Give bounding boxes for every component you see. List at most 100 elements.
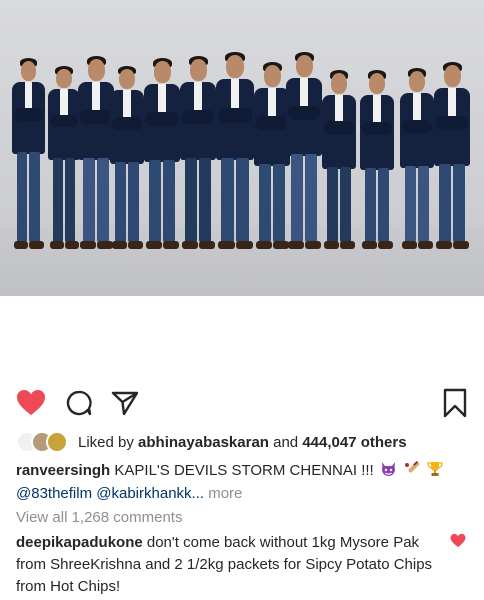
comment-like-heart-icon[interactable] <box>450 533 466 548</box>
figure-legs <box>418 165 430 242</box>
post-photo[interactable] <box>0 0 484 296</box>
figure-head <box>20 60 37 81</box>
post-actions-bar <box>0 378 484 424</box>
photo-padding <box>0 296 484 378</box>
figure-shoe <box>29 241 44 249</box>
like-heart-icon[interactable] <box>16 389 46 416</box>
figure-legs <box>17 151 28 242</box>
group-member-figure <box>10 58 47 250</box>
group-member-figure <box>178 56 218 250</box>
mention-kabirkhankk[interactable]: @kabirkhankk... <box>96 485 204 502</box>
figure-legs <box>127 161 139 242</box>
figure-shirt <box>448 88 456 118</box>
figure-legs <box>453 164 465 242</box>
figure-legs <box>340 166 351 242</box>
figure-arms <box>362 121 393 136</box>
figure-shirt <box>300 78 308 108</box>
figure-shoe <box>127 241 143 249</box>
figure-shoe <box>324 241 339 249</box>
bookmark-save-icon[interactable] <box>442 388 468 418</box>
figure-shoe <box>288 241 304 249</box>
figure-legs <box>149 160 161 242</box>
figure-arms <box>182 110 214 124</box>
figure-legs <box>163 160 175 242</box>
share-send-icon[interactable] <box>111 390 139 416</box>
figure-legs <box>378 167 390 242</box>
likes-count[interactable]: 444,047 others <box>302 434 406 451</box>
figure-head <box>189 59 207 81</box>
figure-arms <box>112 116 142 130</box>
figure-legs <box>327 166 338 242</box>
figure-shoe <box>340 241 355 249</box>
figure-shoe <box>362 241 378 249</box>
view-all-comments-link[interactable]: View all 1,268 comments <box>16 509 182 526</box>
figure-arms <box>146 112 178 126</box>
figure-head <box>87 59 105 81</box>
cricket-bat-icon <box>403 459 421 482</box>
figure-shoe <box>14 241 29 249</box>
figure-arms <box>402 119 433 134</box>
figure-shoe <box>163 241 179 249</box>
likes-text: Liked by abhinayabaskaran and 444,047 ot… <box>78 434 407 451</box>
figure-shoe <box>378 241 394 249</box>
figure-head <box>409 70 426 92</box>
avatar <box>46 431 68 453</box>
figure-legs <box>439 164 451 242</box>
comment-bubble-icon[interactable] <box>66 390 92 416</box>
liker-avatars <box>16 431 72 453</box>
figure-legs <box>29 151 40 242</box>
group-member-figure <box>142 58 182 250</box>
figure-shoe <box>80 241 96 249</box>
trophy-icon <box>427 459 443 482</box>
figure-shoe <box>218 241 235 249</box>
figure-shoe <box>235 241 253 249</box>
caption-username[interactable]: ranveersingh <box>16 462 110 479</box>
figure-shoe <box>436 241 452 249</box>
figure-shirt <box>230 79 239 111</box>
figure-shoe <box>305 241 321 249</box>
figure-legs <box>405 165 417 242</box>
figure-legs <box>65 157 75 242</box>
figure-shirt <box>413 92 422 122</box>
mention-83thefilm[interactable]: @83thefilm <box>16 485 92 502</box>
figure-shoe <box>182 241 198 249</box>
group-member-figure <box>398 68 436 250</box>
figure-shirt <box>268 88 276 118</box>
figure-arms <box>14 107 43 121</box>
figure-shirt <box>158 84 166 114</box>
figure-shirt <box>92 82 100 112</box>
figure-head <box>225 55 244 78</box>
figure-shirt <box>24 81 33 110</box>
group-member-figure <box>432 62 472 250</box>
likes-connector: and <box>273 433 299 451</box>
figure-shoe <box>146 241 162 249</box>
comment-username[interactable]: deepikapadukone <box>16 534 143 551</box>
likes-prefix: Liked by <box>78 433 134 451</box>
figure-head <box>443 65 461 87</box>
caption-more-link[interactable]: more <box>208 485 242 502</box>
group-member-figure <box>284 52 324 250</box>
liker-username[interactable]: abhinayabaskaran <box>138 434 269 451</box>
figure-shirt <box>194 82 202 112</box>
figure-head <box>153 61 171 83</box>
figure-shoe <box>199 241 215 249</box>
figure-shirt <box>373 94 382 124</box>
devil-emoji-icon <box>380 459 397 482</box>
group-member-figure <box>214 52 256 250</box>
likes-summary[interactable]: Liked by abhinayabaskaran and 444,047 ot… <box>16 431 476 453</box>
figure-shoe <box>112 241 127 249</box>
figure-legs <box>185 158 197 242</box>
group-member-figure <box>108 66 146 250</box>
figure-legs <box>199 158 211 242</box>
group-member-figure <box>320 70 358 250</box>
figure-legs <box>235 158 249 242</box>
figure-arms <box>218 108 252 123</box>
post-caption: ranveersingh KAPIL'S DEVILS STORM CHENNA… <box>16 459 476 505</box>
figure-legs <box>221 158 234 242</box>
figure-shoe <box>50 241 64 249</box>
figure-arms <box>288 106 320 120</box>
figure-head <box>330 72 348 94</box>
figure-legs <box>115 161 126 242</box>
group-member-figure <box>358 70 396 250</box>
figure-legs <box>305 154 317 242</box>
